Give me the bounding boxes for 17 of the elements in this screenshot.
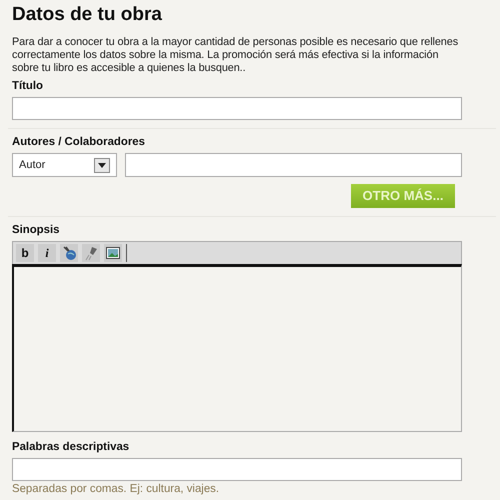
synopsis-textarea[interactable] — [12, 264, 462, 432]
unlink-icon[interactable] — [82, 244, 100, 262]
field-label: Título — [12, 79, 44, 93]
link-icon[interactable] — [60, 244, 78, 262]
field-label: Sinopsis — [12, 223, 60, 237]
intro-paragraph: Para dar a conocer tu obra a la mayor cantidad de personas posible es necesario que rellenes correctamente los datos sobre la misma. La promoción será más efectiva si la información sobre tu libro es accesible a quienes la busquen.. — [12, 36, 460, 75]
bold-button[interactable]: b — [16, 244, 34, 262]
field-label: Autores / Colaboradores — [12, 135, 146, 149]
author-name-field[interactable] — [124, 153, 462, 177]
page-heading: Datos de tu obra — [12, 3, 163, 27]
keywords-field[interactable] — [12, 458, 462, 481]
title-field[interactable] — [12, 97, 462, 120]
image-icon[interactable] — [104, 244, 122, 262]
italic-button[interactable]: i — [38, 244, 56, 262]
field-hint: Separadas por comas. Ej: cultura, viajes. — [12, 483, 220, 495]
role-dropdown[interactable]: Autor — [12, 153, 117, 177]
field-label: Palabras descriptivas — [12, 440, 130, 454]
